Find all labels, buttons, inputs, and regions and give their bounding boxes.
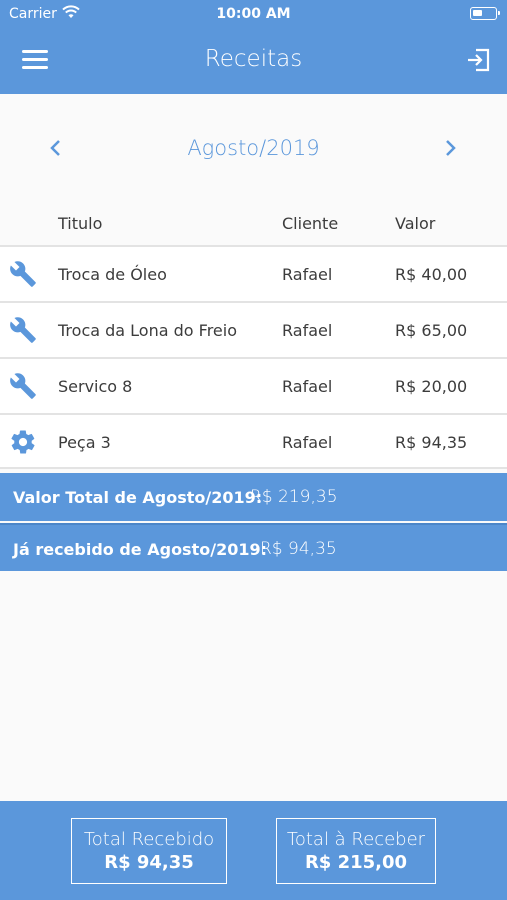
- battery-icon: [470, 7, 500, 20]
- header-valor: Valor: [395, 214, 436, 233]
- row-titulo: Peça 3: [58, 433, 111, 452]
- row-valor: R$ 40,00: [395, 265, 468, 284]
- wrench-icon: [10, 373, 36, 399]
- total-value: R$ 219,35: [250, 487, 338, 507]
- received-value: R$ 94,35: [260, 539, 337, 559]
- total-summary: Valor Total de Agosto/2019: R$ 219,35: [0, 473, 507, 521]
- table-row[interactable]: Troca de Óleo Rafael R$ 40,00: [0, 245, 507, 301]
- received-label: Já recebido de Agosto/2019:: [13, 540, 267, 559]
- gear-icon: [11, 430, 35, 454]
- row-cliente: Rafael: [282, 265, 333, 284]
- total-recebido-label: Total Recebido: [83, 829, 215, 850]
- table-row[interactable]: Troca da Lona do Freio Rafael R$ 65,00: [0, 301, 507, 357]
- exit-icon[interactable]: [464, 46, 492, 74]
- table-row[interactable]: Peça 3 Rafael R$ 94,35: [0, 413, 507, 469]
- wrench-icon: [10, 317, 36, 343]
- row-cliente: Rafael: [282, 433, 333, 452]
- status-bar: Carrier 10:00 AM: [0, 0, 507, 28]
- row-cliente: Rafael: [282, 321, 333, 340]
- total-label: Valor Total de Agosto/2019:: [13, 488, 263, 507]
- header-cliente: Cliente: [282, 214, 339, 233]
- received-summary: Já recebido de Agosto/2019: R$ 94,35: [0, 523, 507, 571]
- nav-bar: Carrier 10:00 AM Receitas: [0, 0, 507, 94]
- total-receber-button[interactable]: Total à Receber R$ 215,00: [276, 818, 436, 884]
- total-recebido-button[interactable]: Total Recebido R$ 94,35: [71, 818, 227, 884]
- receitas-list: Troca de Óleo Rafael R$ 40,00 Troca da L…: [0, 245, 507, 469]
- header-titulo: Titulo: [58, 214, 103, 233]
- row-titulo: Servico 8: [58, 377, 133, 396]
- row-cliente: Rafael: [282, 377, 333, 396]
- month-selector: Agosto/2019: [0, 128, 507, 168]
- total-receber-value: R$ 215,00: [304, 852, 408, 873]
- total-receber-label: Total à Receber: [286, 829, 426, 850]
- row-valor: R$ 20,00: [395, 377, 468, 396]
- table-header: Titulo Cliente Valor: [0, 204, 507, 244]
- row-titulo: Troca de Óleo: [58, 265, 167, 284]
- row-valor: R$ 65,00: [395, 321, 468, 340]
- chevron-right-icon[interactable]: [440, 136, 460, 160]
- status-time: 10:00 AM: [216, 6, 291, 22]
- row-valor: R$ 94,35: [395, 433, 468, 452]
- wrench-icon: [10, 261, 36, 287]
- month-label: Agosto/2019: [187, 136, 320, 160]
- table-row[interactable]: Servico 8 Rafael R$ 20,00: [0, 357, 507, 413]
- row-titulo: Troca da Lona do Freio: [58, 321, 237, 340]
- page-title: Receitas: [204, 46, 303, 72]
- footer-bar: Total Recebido R$ 94,35 Total à Receber …: [0, 801, 507, 900]
- total-recebido-value: R$ 94,35: [104, 852, 194, 873]
